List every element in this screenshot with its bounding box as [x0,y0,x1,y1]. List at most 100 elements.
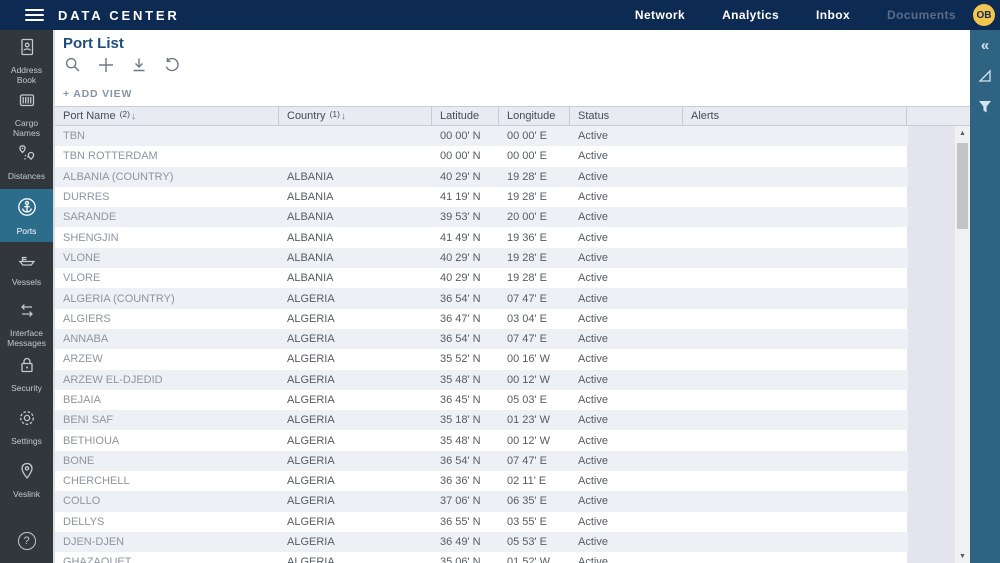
nav-network[interactable]: Network [635,8,685,22]
sort-order-badge: (2) [120,109,130,119]
collapse-panel-icon[interactable]: « [976,36,994,54]
scroll-down-icon[interactable]: ▼ [955,549,970,563]
table-row[interactable]: BONEALGERIA36 54' N07 47' EActive [55,451,908,471]
cell-port: CHERCHELL [55,471,279,491]
right-tool-strip: « [970,30,1000,563]
cell-status: Active [570,471,683,491]
table-row[interactable]: DELLYSALGERIA36 55' N03 55' EActive [55,512,908,532]
column-header-country[interactable]: Country (1) ↓ [279,107,432,125]
sidebar-item-distances[interactable]: Distances [0,136,53,189]
cell-country: ALBANIA [279,167,432,187]
cell-country: ALGERIA [279,552,432,563]
table-row[interactable]: GHAZAOUETALGERIA35 06' N01 52' WActive [55,552,908,563]
cell-country: ALGERIA [279,288,432,308]
nav-documents[interactable]: Documents [887,8,956,22]
cell-country: ALGERIA [279,451,432,471]
cell-port: DELLYS [55,512,279,532]
sidebar-item-settings[interactable]: Settings [0,401,53,454]
table-row[interactable]: DURRESALBANIA41 19' N19 28' EActive [55,187,908,207]
settings-icon [17,408,37,433]
table-row[interactable]: ARZEW EL-DJEDIDALGERIA35 48' N00 12' WAc… [55,370,908,390]
cell-lon: 19 28' E [499,167,570,187]
cell-lat: 00 00' N [432,146,499,166]
table-row[interactable]: BETHIOUAALGERIA35 48' N00 12' WActive [55,430,908,450]
column-header-latitude[interactable]: Latitude [432,107,499,125]
menu-icon[interactable] [25,9,44,22]
cell-port: GHAZAOUET [55,552,279,563]
cell-alerts [683,227,908,247]
table-row[interactable]: ARZEWALGERIA35 52' N00 16' WActive [55,349,908,369]
cell-alerts [683,512,908,532]
cell-lon: 05 53' E [499,532,570,552]
sidebar-item-address-book[interactable]: Address Book [0,30,53,83]
sidebar-item-cargo-names[interactable]: Cargo Names [0,83,53,136]
cell-lat: 35 52' N [432,349,499,369]
cell-status: Active [570,349,683,369]
cell-alerts [683,126,908,146]
cell-lon: 20 00' E [499,207,570,227]
cell-lat: 36 45' N [432,390,499,410]
cell-lon: 07 47' E [499,288,570,308]
user-avatar[interactable]: OB [973,4,995,26]
table-row[interactable]: CHERCHELLALGERIA36 36' N02 11' EActive [55,471,908,491]
table-row[interactable]: SARANDEALBANIA39 53' N20 00' EActive [55,207,908,227]
table-row[interactable]: SHENGJINALBANIA41 49' N19 36' EActive [55,227,908,247]
cell-status: Active [570,430,683,450]
cell-lat: 36 49' N [432,532,499,552]
table-row[interactable]: BENI SAFALGERIA35 18' N01 23' WActive [55,410,908,430]
table-row[interactable]: VLONEALBANIA40 29' N19 28' EActive [55,248,908,268]
cell-lon: 05 03' E [499,390,570,410]
cell-lon: 00 16' W [499,349,570,369]
sidebar-item-ports[interactable]: Ports [0,189,53,242]
cell-status: Active [570,532,683,552]
table-row[interactable]: ALGERIA (COUNTRY)ALGERIA36 54' N07 47' E… [55,288,908,308]
table-row[interactable]: ALBANIA (COUNTRY)ALBANIA40 29' N19 28' E… [55,167,908,187]
add-view-button[interactable]: + ADD VIEW [63,88,132,100]
scrollbar-thumb[interactable] [957,143,968,229]
cell-country [279,126,432,146]
table-row[interactable]: ANNABAALGERIA36 54' N07 47' EActive [55,329,908,349]
cell-country: ALGERIA [279,410,432,430]
table-row[interactable]: BEJAIAALGERIA36 45' N05 03' EActive [55,390,908,410]
cell-alerts [683,146,908,166]
column-header-status[interactable]: Status [570,107,683,125]
vertical-scrollbar[interactable]: ▲ ▼ [955,126,970,563]
cell-port: ALBANIA (COUNTRY) [55,167,279,187]
filter-icon[interactable] [976,98,994,116]
column-header-alerts[interactable]: Alerts [683,107,907,125]
cell-alerts [683,370,908,390]
sidebar-item-security[interactable]: Security [0,348,53,401]
table-row[interactable]: VLOREALBANIA40 29' N19 28' EActive [55,268,908,288]
cell-alerts [683,187,908,207]
cargo-names-icon [17,90,37,115]
cell-country: ALGERIA [279,390,432,410]
cell-port: SHENGJIN [55,227,279,247]
download-icon[interactable] [129,55,148,74]
table-row[interactable]: TBN ROTTERDAM00 00' N00 00' EActive [55,146,908,166]
search-icon[interactable] [63,55,82,74]
sidebar-item-vessels[interactable]: Vessels [0,242,53,295]
column-header-longitude[interactable]: Longitude [499,107,570,125]
cell-country: ALGERIA [279,349,432,369]
table-row[interactable]: DJEN-DJENALGERIA36 49' N05 53' EActive [55,532,908,552]
cell-port: BONE [55,451,279,471]
cell-lat: 36 47' N [432,309,499,329]
scroll-up-icon[interactable]: ▲ [955,126,970,140]
sidebar-item-veslink[interactable]: Veslink [0,454,53,507]
reset-icon[interactable] [162,55,181,74]
table-row[interactable]: TBN00 00' N00 00' EActive [55,126,908,146]
help-button[interactable]: ? [0,519,53,563]
sidebar-item-interface-messages[interactable]: Interface Messages [0,295,53,348]
table-row[interactable]: ALGIERSALGERIA36 47' N03 04' EActive [55,309,908,329]
cell-port: BENI SAF [55,410,279,430]
measure-tool-icon[interactable] [976,67,994,85]
add-icon[interactable] [96,55,115,74]
nav-inbox[interactable]: Inbox [816,8,850,22]
cell-status: Active [570,309,683,329]
cell-lon: 06 35' E [499,491,570,511]
column-header-port-name[interactable]: Port Name (2) ↓ [55,107,279,125]
cell-status: Active [570,167,683,187]
nav-analytics[interactable]: Analytics [722,8,779,22]
table-row[interactable]: COLLOALGERIA37 06' N06 35' EActive [55,491,908,511]
cell-port: VLONE [55,248,279,268]
